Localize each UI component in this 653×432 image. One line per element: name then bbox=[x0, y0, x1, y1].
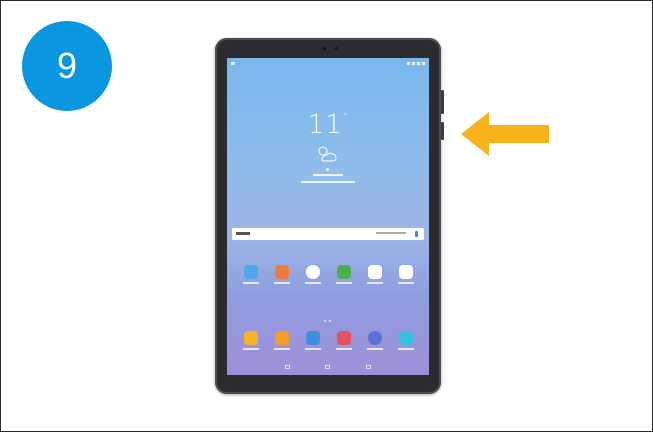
notification-icon bbox=[231, 61, 235, 65]
app-notes[interactable] bbox=[269, 265, 295, 284]
weather-date bbox=[301, 181, 355, 183]
side-power-key[interactable] bbox=[441, 122, 444, 140]
app-gallery[interactable] bbox=[269, 331, 295, 350]
home-app-row-1 bbox=[227, 265, 429, 284]
apps-grid-icon bbox=[398, 265, 413, 279]
app-my-files[interactable] bbox=[238, 331, 264, 350]
search-hint bbox=[376, 232, 406, 234]
partly-cloudy-icon bbox=[318, 146, 337, 162]
weather-location bbox=[313, 174, 343, 176]
gallery-icon bbox=[274, 331, 289, 345]
plant-icon bbox=[336, 265, 351, 279]
home-icon[interactable] bbox=[325, 365, 331, 369]
back-icon[interactable] bbox=[284, 365, 290, 369]
page-indicator bbox=[324, 320, 331, 322]
google-search-bar[interactable] bbox=[232, 228, 424, 240]
tablet-device: 11° bbox=[215, 38, 444, 394]
sensor-icon bbox=[335, 47, 338, 50]
left-arrow-icon bbox=[461, 112, 549, 156]
home-app-row-2 bbox=[227, 331, 429, 350]
app-folder[interactable] bbox=[238, 265, 264, 284]
temp-degree: ° bbox=[342, 112, 349, 122]
location-dot bbox=[326, 168, 329, 171]
app-email[interactable] bbox=[331, 331, 357, 350]
navigation-bar bbox=[227, 365, 429, 369]
step-number: 9 bbox=[56, 45, 78, 86]
play-store-icon bbox=[367, 265, 382, 279]
step-number-badge: 9 bbox=[22, 21, 112, 111]
front-camera-icon bbox=[323, 47, 326, 50]
status-icons bbox=[407, 61, 425, 65]
clock-icon bbox=[305, 265, 320, 279]
app-clock[interactable] bbox=[300, 265, 326, 284]
app-play-store[interactable] bbox=[362, 265, 388, 284]
app-more[interactable] bbox=[393, 265, 419, 284]
app-calendar[interactable] bbox=[393, 331, 419, 350]
tablet-screen: 11° bbox=[227, 58, 429, 375]
email-icon bbox=[336, 331, 351, 345]
mic-icon[interactable] bbox=[415, 231, 418, 237]
calendar-icon bbox=[398, 331, 413, 345]
internet-icon bbox=[367, 331, 382, 345]
clock-hours: 11 bbox=[307, 110, 343, 140]
notes-icon bbox=[274, 265, 289, 279]
volume-key[interactable] bbox=[441, 90, 444, 114]
my-files-icon bbox=[243, 331, 258, 345]
app-plant[interactable] bbox=[331, 265, 357, 284]
recents-icon[interactable] bbox=[366, 365, 372, 369]
app-internet[interactable] bbox=[362, 331, 388, 350]
status-bar bbox=[231, 60, 425, 66]
google-logo bbox=[236, 232, 250, 235]
camera-icon bbox=[305, 331, 320, 345]
folder-icon bbox=[243, 265, 258, 279]
clock-widget[interactable]: 11° bbox=[227, 110, 429, 140]
app-camera[interactable] bbox=[300, 331, 326, 350]
